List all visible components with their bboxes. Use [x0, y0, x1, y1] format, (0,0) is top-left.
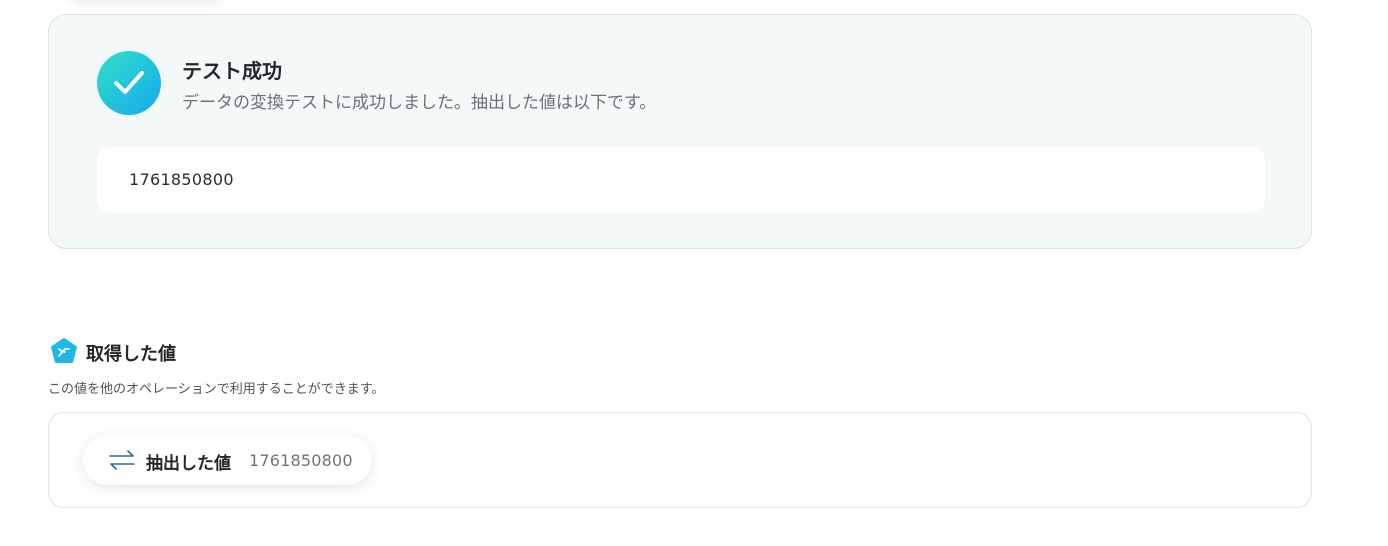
- obtained-values-title: 取得した値: [86, 344, 176, 365]
- obtained-values-description: この値を他のオペレーションで利用することができます。: [48, 382, 385, 397]
- page: テスト成功 データの変換テストに成功しました。抽出した値は以下です。 17618…: [0, 0, 1388, 546]
- value-chip[interactable]: 抽出した値 1761850800: [83, 435, 372, 485]
- success-subtitle: データの変換テストに成功しました。抽出した値は以下です。: [182, 93, 657, 113]
- swap-arrows-icon: [109, 450, 135, 474]
- obtained-values-panel: 抽出した値 1761850800: [48, 412, 1312, 508]
- extracted-value-box: 1761850800: [97, 147, 1265, 213]
- check-icon: [97, 51, 161, 115]
- extracted-value: 1761850800: [129, 170, 234, 189]
- value-chip-value: 1761850800: [249, 451, 353, 470]
- test-success-panel: テスト成功 データの変換テストに成功しました。抽出した値は以下です。 17618…: [48, 14, 1312, 249]
- success-title: テスト成功: [182, 59, 282, 83]
- value-chip-label: 抽出した値: [146, 454, 231, 474]
- pentagon-x-icon: [50, 337, 78, 365]
